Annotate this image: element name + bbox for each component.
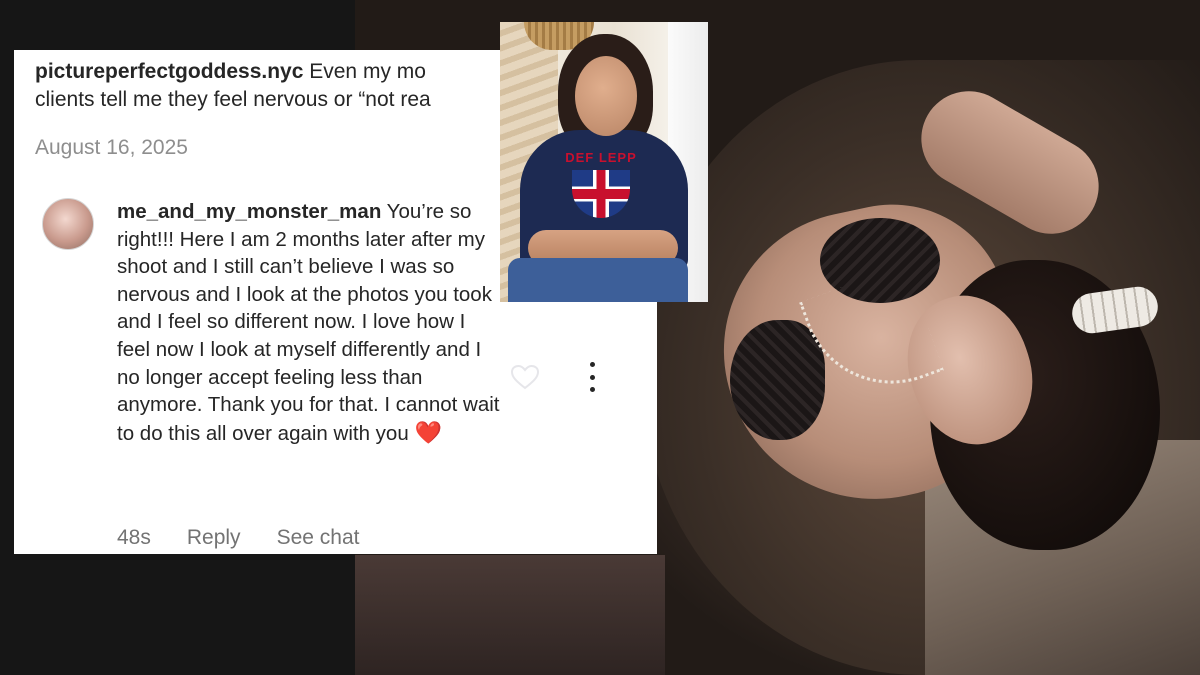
avatar[interactable]: [42, 198, 94, 250]
shirt-text: DEF LEPP: [565, 150, 637, 165]
reply-username[interactable]: me_and_my_monster_man: [117, 200, 381, 223]
top-comment-username[interactable]: pictureperfectgoddess.nyc: [35, 60, 303, 83]
top-comment-text-line2: clients tell me they feel nervous or “no…: [35, 88, 431, 111]
reply-body: You’re so right!!! Here I am 2 months la…: [117, 200, 500, 445]
see-chat-button[interactable]: See chat: [277, 526, 360, 550]
top-comment: pictureperfectgoddess.nyc Even my mo cli…: [35, 58, 505, 114]
portrait-face: [575, 56, 637, 136]
heart-outline-icon[interactable]: [510, 364, 540, 390]
more-vertical-icon[interactable]: [582, 362, 602, 392]
reply-meta-row: 48s Reply See chat: [117, 526, 359, 550]
reply-timestamp: 48s: [117, 526, 151, 549]
reply-comment: me_and_my_monster_man You’re so right!!!…: [117, 198, 502, 447]
background-drape: [355, 555, 665, 675]
reply-button[interactable]: Reply: [187, 526, 241, 550]
inset-portrait-photo: DEF LEPP: [500, 22, 708, 302]
top-comment-text: Even my mo: [309, 60, 426, 83]
photo-subject-lingerie: [730, 320, 825, 440]
portrait-jeans: [508, 258, 688, 302]
heart-emoji: ❤️: [414, 419, 442, 445]
top-comment-date: August 16, 2025: [35, 136, 188, 159]
